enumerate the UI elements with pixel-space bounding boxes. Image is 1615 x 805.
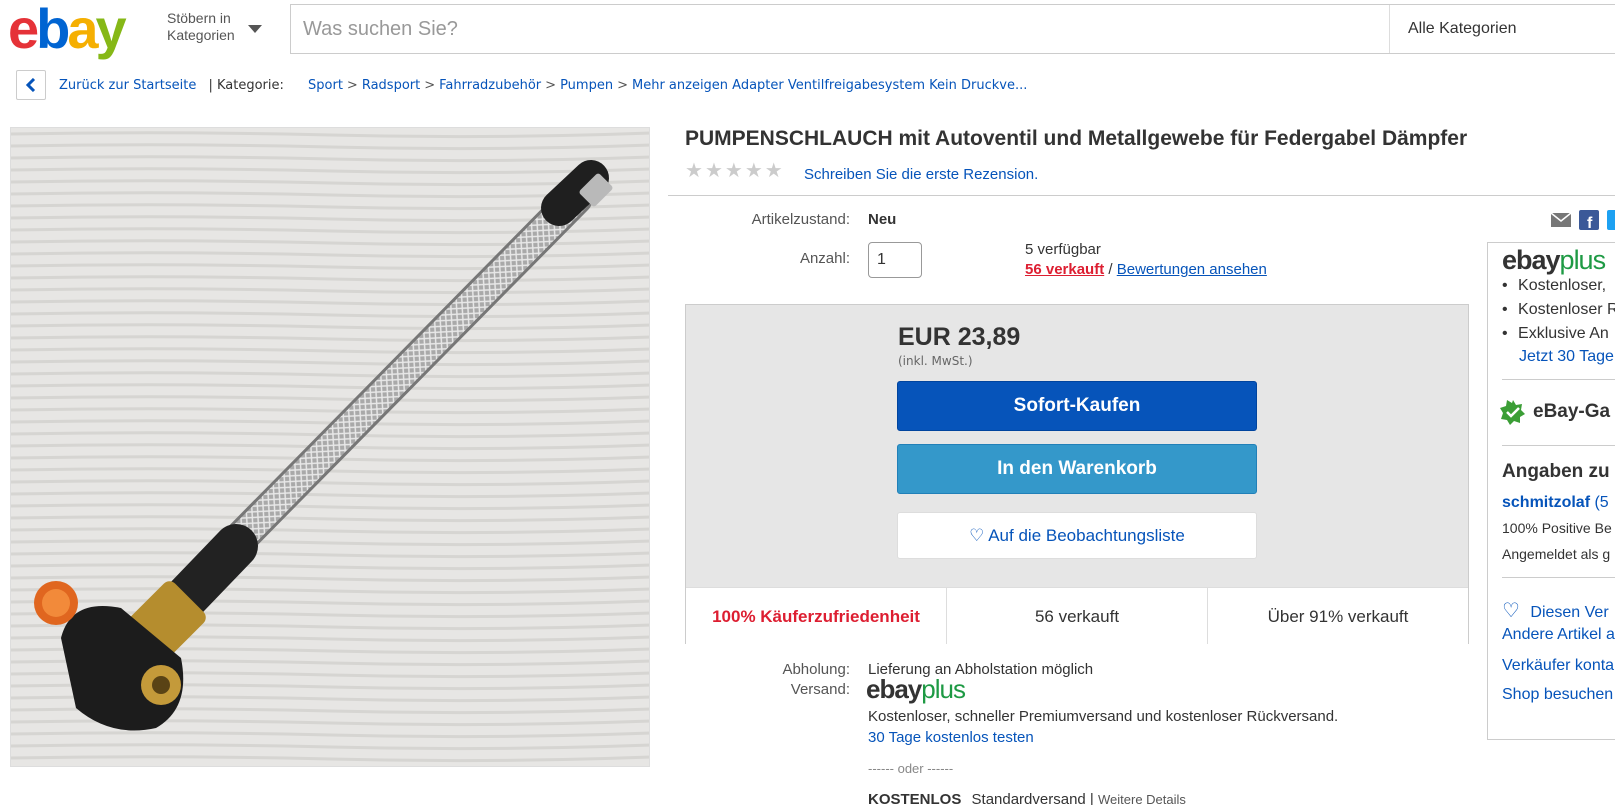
guarantee-icon <box>1500 400 1525 425</box>
browse-line1: Stöbern in <box>167 10 231 26</box>
chevron-left-icon <box>25 78 36 92</box>
search-bar: Alle Kategorien <box>290 4 1615 54</box>
twitter-icon[interactable] <box>1606 209 1615 231</box>
trial-link[interactable]: 30 Tage kostenlos testen <box>868 729 1034 746</box>
follow-seller[interactable]: ♡ Diesen Ver <box>1502 598 1609 623</box>
satisfaction-stat: 100% Käuferzufriedenheit <box>686 588 947 644</box>
positive-feedback: 100% Positive Be <box>1502 520 1612 536</box>
condition-label: Artikelzustand: <box>751 211 850 228</box>
plus-benefit-1: • Kostenloser, <box>1502 277 1607 294</box>
star-icon: ★ <box>724 160 743 182</box>
back-to-home-link[interactable]: Zurück zur Startseite <box>59 78 196 93</box>
star-icon: ★ <box>685 160 703 182</box>
plus-trial-link[interactable]: Jetzt 30 Tage <box>1519 348 1614 366</box>
watchlist-button[interactable]: ♡ Auf die Beobachtungsliste <box>897 512 1257 559</box>
heart-icon: ♡ <box>1502 600 1520 622</box>
category-label: | Kategorie: <box>208 78 284 93</box>
breadcrumb-sport[interactable]: Sport <box>308 78 343 93</box>
star-icon: ★ <box>764 160 783 182</box>
browse-categories[interactable]: Stöbern in Kategorien <box>167 10 235 44</box>
watchlist-label: Auf die Beobachtungsliste <box>988 526 1185 545</box>
ebay-logo[interactable]: ebay <box>8 0 158 62</box>
seller-name-link[interactable]: schmitzolaf <box>1502 494 1590 511</box>
breadcrumb-more[interactable]: Mehr anzeigen Adapter Ventilfreigabesyst… <box>632 78 1027 93</box>
buy-box: EUR 23,89 (inkl. MwSt.) Sofort-Kaufen In… <box>685 304 1469 644</box>
available-count: 5 verfügbar <box>1025 241 1101 258</box>
svg-text:f: f <box>1587 215 1593 231</box>
slash: / <box>1108 261 1113 278</box>
category-select[interactable]: Alle Kategorien <box>1389 5 1615 53</box>
sold-percent-stat: Über 91% verkauft <box>1267 607 1409 626</box>
ebayplus-panel-logo: ebayplus <box>1502 245 1606 275</box>
stats-bar: 100% Käuferzufriedenheit 56 verkauft Übe… <box>686 587 1468 644</box>
breadcrumb-fahrradzubehoer[interactable]: Fahrradzubehör <box>439 78 541 93</box>
guarantee-label: eBay-Ga <box>1533 401 1611 422</box>
other-items-link[interactable]: Andere Artikel a <box>1502 626 1615 644</box>
chevron-down-icon[interactable] <box>248 25 262 33</box>
seller-info: schmitzolaf (5 <box>1502 494 1609 511</box>
contact-seller-link[interactable]: Verkäufer konta <box>1502 657 1614 675</box>
divider <box>668 195 1615 196</box>
svg-text:ebay: ebay <box>8 0 127 60</box>
price: EUR 23,89 <box>898 323 1021 351</box>
email-icon[interactable] <box>1550 209 1572 231</box>
facebook-icon[interactable]: f <box>1578 209 1600 231</box>
star-icon: ★ <box>744 160 763 182</box>
buy-now-button[interactable]: Sofort-Kaufen <box>897 381 1257 431</box>
write-review-link[interactable]: Schreiben Sie die erste Rezension. <box>804 166 1038 183</box>
visit-shop-link[interactable]: Shop besuchen <box>1502 686 1613 704</box>
quantity-input[interactable]: 1 <box>868 242 922 278</box>
product-image[interactable] <box>10 127 650 767</box>
share-icons: f <box>1550 209 1615 231</box>
plus-benefit-2: • Kostenloser R <box>1502 301 1615 318</box>
shipping-label: Versand: <box>790 681 850 698</box>
plus-benefit-3: • Exklusive An <box>1502 325 1609 342</box>
heart-icon: ♡ <box>969 526 985 545</box>
search-input[interactable] <box>291 5 1389 53</box>
sold-link[interactable]: 56 verkauft <box>1025 261 1104 278</box>
reviews-link[interactable]: Bewertungen ansehen <box>1117 261 1267 278</box>
add-to-cart-button[interactable]: In den Warenkorb <box>897 444 1257 494</box>
details-link[interactable]: Weitere Details <box>1098 792 1186 805</box>
browse-line2: Kategorien <box>167 27 235 43</box>
product-title: PUMPENSCHLAUCH mit Autoventil und Metall… <box>685 127 1468 150</box>
ebayplus-logo: ebayplus <box>866 674 966 704</box>
registered-as: Angemeldet als g <box>1502 546 1611 562</box>
breadcrumb-pumpen[interactable]: Pumpen <box>560 78 613 93</box>
quantity-label: Anzahl: <box>799 250 850 267</box>
ebayplus-panel: ebayplus • Kostenloser, • Kostenloser R … <box>1487 242 1615 740</box>
ebayplus-description: Kostenloser, schneller Premiumversand un… <box>868 708 1339 725</box>
vat-note: (inkl. MwSt.) <box>898 354 973 368</box>
seller-heading: Angaben zu <box>1502 461 1610 482</box>
or-divider: ------ oder ------ <box>868 761 954 776</box>
breadcrumb-radsport[interactable]: Radsport <box>362 78 420 93</box>
sold-info: 56 verkauft / Bewertungen ansehen <box>1025 261 1267 278</box>
condition-value: Neu <box>868 211 897 228</box>
free-shipping: KOSTENLOS Standardversand | Weitere Deta… <box>868 791 1186 805</box>
rating-stars: ★ ★ ★ ★ ★ <box>685 161 783 181</box>
sold-stat: 56 verkauft <box>947 588 1208 644</box>
star-icon: ★ <box>704 160 723 182</box>
breadcrumb: Zurück zur Startseite | Kategorie: Sport… <box>59 78 1028 93</box>
back-button[interactable] <box>16 70 46 100</box>
pickup-label: Abholung: <box>782 661 850 678</box>
